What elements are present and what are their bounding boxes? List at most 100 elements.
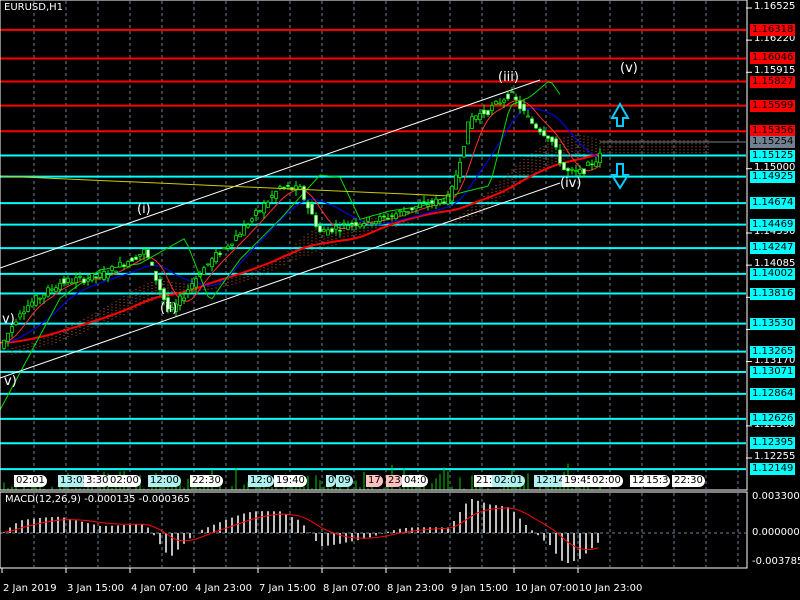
event-marker: 09: [336, 475, 353, 487]
support-level-label: 1.12864: [750, 387, 796, 400]
support-level-label: 1.14002: [750, 267, 796, 280]
candle-body: [218, 252, 222, 256]
candle-body: [114, 270, 118, 273]
candle-body: [578, 169, 582, 174]
candle-body: [442, 201, 446, 204]
candle-body: [562, 162, 566, 171]
candle-body: [514, 96, 518, 101]
candle-body: [554, 138, 558, 148]
event-marker: 17: [366, 475, 383, 487]
candle-body: [334, 225, 338, 230]
ma-fast: [0, 99, 601, 344]
candle-body: [230, 243, 234, 246]
event-marker: 12:0: [248, 475, 275, 487]
candle-body: [162, 288, 166, 300]
candle-body: [190, 283, 194, 290]
candle-body: [94, 276, 98, 279]
candle-body: [90, 273, 94, 281]
support-resistance-lines: [0, 28, 746, 471]
candle-body: [34, 295, 38, 306]
candle-body: [78, 275, 82, 278]
arrow-up-icon: [610, 101, 630, 127]
event-marker: 12:00: [148, 475, 181, 487]
candle-body: [474, 115, 478, 120]
candle-body: [30, 301, 34, 307]
candle-body: [486, 110, 490, 115]
symbol-title: EURUSD,H1: [4, 2, 64, 13]
candle-body: [98, 272, 102, 278]
time-axis-label: 7 Jan 15:00: [259, 583, 316, 594]
candle-body: [226, 245, 230, 249]
candle-body: [154, 270, 158, 281]
support-level-label: 1.12395: [750, 437, 796, 450]
candle-body: [46, 287, 50, 297]
candle-body: [322, 229, 326, 232]
current-price-label: 1.15254: [750, 135, 796, 148]
candle-body: [210, 258, 214, 268]
candle-body: [378, 216, 382, 222]
elliott-wave-label: v): [4, 374, 17, 389]
price-chart[interactable]: [0, 0, 800, 600]
time-axis-label: 2 Jan 2019: [3, 583, 57, 594]
candle-body: [390, 215, 394, 217]
elliott-wave-label: (i): [137, 202, 151, 217]
candle-body: [66, 278, 70, 283]
elliott-wave-label: (ii): [160, 301, 178, 316]
candle-body: [262, 203, 266, 214]
macd-axis-label: 0.003300: [752, 491, 800, 502]
candle-body: [346, 225, 350, 230]
candle-body: [530, 118, 534, 124]
support-level-label: 1.13071: [750, 366, 796, 379]
candle-body: [10, 326, 14, 333]
candle-body: [538, 128, 542, 133]
time-axis-label: 8 Jan 23:00: [387, 583, 444, 594]
candle-body: [546, 135, 550, 139]
event-marker: 23: [386, 475, 403, 487]
candle-body: [178, 295, 182, 306]
candle-body: [594, 161, 598, 167]
candle-body: [522, 103, 526, 112]
resistance-level-label: 1.16318: [750, 23, 796, 36]
candle-body: [342, 222, 346, 225]
candle-body: [370, 223, 374, 225]
candle-body: [450, 186, 454, 202]
candle-body: [382, 215, 386, 218]
candle-body: [418, 203, 422, 208]
candle-body: [314, 215, 318, 227]
candle-body: [482, 109, 486, 115]
support-level-label: 1.14469: [750, 218, 796, 231]
candle-body: [74, 277, 78, 283]
candle-body: [506, 93, 510, 100]
candle-body: [214, 252, 218, 262]
candle-body: [310, 203, 314, 215]
event-marker: 15:3: [644, 475, 671, 487]
candle-body: [138, 254, 142, 257]
candle-body: [394, 213, 398, 219]
resistance-level-label: 1.15827: [750, 75, 796, 88]
candle-body: [550, 136, 554, 143]
candle-body: [130, 257, 134, 262]
candle-body: [454, 174, 458, 190]
candle-body: [2, 339, 6, 349]
candle-body: [18, 313, 22, 318]
candle-body: [106, 274, 110, 279]
candle-body: [402, 211, 406, 217]
candle-body: [410, 207, 414, 211]
event-marker: 02:00: [590, 475, 623, 487]
candle-body: [582, 168, 586, 175]
yellow-trend-line: [0, 175, 451, 197]
candle-body: [470, 116, 474, 129]
candle-body: [82, 278, 86, 284]
event-marker: 22:30: [672, 475, 705, 487]
elliott-wave-label: v): [2, 312, 15, 327]
elliott-wave-label: (iv): [560, 176, 582, 191]
candle-body: [182, 297, 186, 301]
candles: [2, 86, 602, 350]
resistance-level-label: 1.15599: [750, 99, 796, 112]
elliott-wave-label: (v): [620, 61, 638, 76]
candle-body: [22, 311, 26, 315]
price-tick-label: 1.16525: [754, 1, 796, 12]
candle-body: [438, 199, 442, 204]
candle-body: [158, 278, 162, 291]
candle-body: [498, 102, 502, 105]
